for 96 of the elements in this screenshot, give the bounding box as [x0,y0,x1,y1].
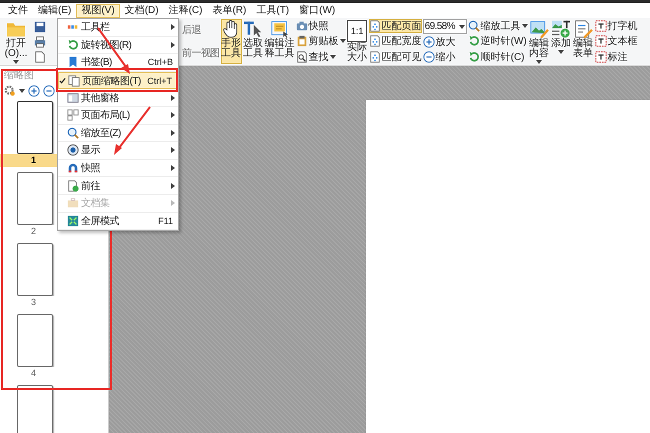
menu-item[interactable]: 注释(C) [164,4,208,18]
caret-icon [330,54,336,59]
menu-option[interactable]: 缩放至(Z) [58,124,178,142]
submenu-arrow-icon [171,182,175,189]
menu-item[interactable]: 文档(D) [120,4,164,18]
caret-icon [536,60,542,64]
rotate-icon [67,38,79,51]
go-to-page-icon [67,180,79,192]
menu-item[interactable]: 文件 [3,4,33,18]
text-cursor-icon [243,20,264,38]
submenu-arrow-icon [171,165,175,172]
ribbon-button[interactable]: 查找 [296,50,346,64]
panel-title: 缩略图 [3,69,35,83]
ribbon-button[interactable]: 匹配宽度 [368,34,422,48]
caret-icon [558,50,564,54]
bookmark-icon [67,56,79,68]
caret-icon [13,60,19,64]
submenu-arrow-icon [171,94,175,101]
ribbon-button[interactable]: 文本框 [594,34,638,48]
caret-icon [340,39,346,44]
menu-item[interactable]: 编辑(E) [33,4,76,18]
text-box-icon [594,50,607,63]
magnifier-icon [67,126,79,139]
pages-icon [68,74,80,87]
printer-icon[interactable] [34,36,46,48]
rotate-icon [468,35,480,48]
submenu-arrow-icon [171,42,175,48]
magnifier-icon [468,20,480,32]
image-edit-icon [529,20,550,38]
save-icon[interactable] [34,20,46,32]
menu-item[interactable]: 工具(T) [251,4,294,18]
menu-option[interactable]: 页面布局(L) [58,106,178,125]
ribbon-button[interactable]: 快照 [296,19,346,34]
page-thumbnail[interactable] [17,385,53,433]
ribbon-button[interactable]: 前一视图 [182,46,220,60]
caret-icon [19,89,25,93]
ribbon-button[interactable]: 匹配可见 [368,50,422,64]
menu-option[interactable]: 工具栏 [58,19,178,37]
page-thumbnail[interactable] [17,314,53,367]
zoom-out-icon [43,85,55,97]
rotate-icon [468,50,480,63]
ribbon-button[interactable]: 标注 [594,50,638,64]
page-layout-icon [67,109,79,122]
ribbon-button[interactable]: 缩小 [422,50,467,64]
page-thumbnail[interactable] [17,243,53,296]
ribbon-button[interactable]: 添加 [550,19,572,64]
caret-icon [458,24,465,28]
menu-item[interactable]: 窗口(W) [294,4,340,18]
document-icon[interactable] [34,50,46,62]
menu-option[interactable]: 全屏模式 F11 [58,212,178,230]
menu-option[interactable]: 前往 [58,177,178,195]
zoom-in-icon [422,36,435,48]
panes-icon [67,92,79,104]
ribbon-button[interactable]: 缩放工具 [468,19,528,34]
fit-page-icon [368,35,381,48]
submenu-arrow-icon [171,24,175,30]
gear-icon[interactable] [4,85,16,97]
zoom-field[interactable]: 69.58% [422,19,467,34]
magnet-icon [67,162,79,174]
submenu-arrow-icon [171,112,175,118]
submenu-arrow-icon [171,130,175,136]
menu-option[interactable]: 其他窗格 [58,89,178,107]
ribbon-button[interactable]: 1:1 实际大小 [346,19,368,64]
page-thumbnail[interactable] [17,101,53,154]
menu-option[interactable]: 页面缩略图(T) Ctrl+T [58,72,178,90]
fullscreen-icon [67,214,79,227]
fit-page-icon [368,50,381,63]
caret-icon [522,24,528,28]
menu-item[interactable]: 视图(V) [76,4,120,18]
ribbon-button[interactable]: 选取工具 [242,19,264,64]
submenu-arrow-icon [171,147,175,154]
briefcase-icon [67,197,79,210]
find-icon [296,50,308,63]
ribbon-button[interactable]: 顺时针(C) [468,50,528,64]
zoom-out-icon [422,51,435,63]
note-icon [270,20,290,38]
page-thumbnail[interactable] [17,172,53,225]
text-box-icon [594,35,607,48]
ribbon-button[interactable]: 匹配页面 [368,19,422,34]
zoom-in-icon [28,85,40,97]
ribbon-button[interactable]: 后退 [182,23,220,37]
menu-option[interactable]: 快照 [58,160,178,178]
ribbon-button[interactable]: 逆时针(W) [468,34,528,48]
ribbon-button[interactable]: 放大 [422,35,467,49]
ribbon-button[interactable]: 剪贴板 [296,34,346,48]
ribbon-button[interactable]: 编辑内容 [528,19,550,64]
ribbon-button[interactable]: 手形工具 [220,19,242,64]
display-icon [67,144,79,156]
ribbon-button[interactable]: 打开(O)... [1,19,31,64]
submenu-arrow-icon [171,200,175,206]
actual-size-icon: 1:1 [347,20,368,42]
ribbon-button[interactable]: 打字机 [594,19,638,34]
ribbon-button[interactable]: 编辑表单 [572,19,594,64]
ribbon-button[interactable]: 编辑注释工具 [264,19,295,64]
clipboard-icon [296,35,308,48]
menu-item[interactable]: 表单(R) [207,4,252,18]
